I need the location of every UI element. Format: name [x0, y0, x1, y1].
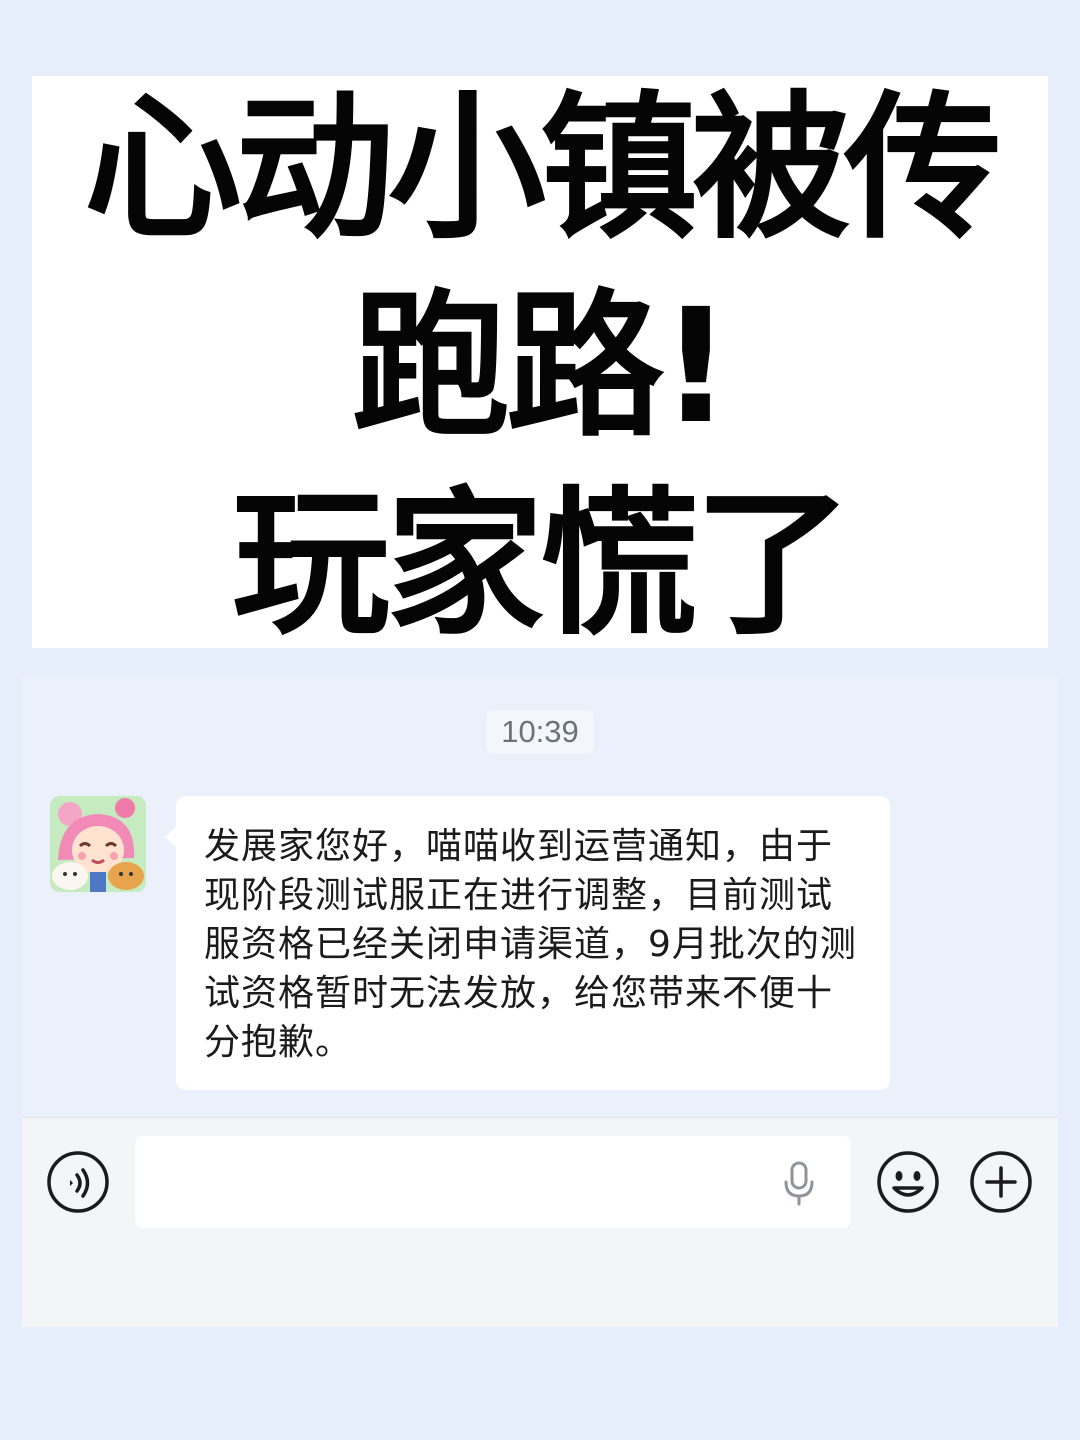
- voice-toggle-icon: [47, 1151, 109, 1213]
- message-bubble[interactable]: 发展家您好，喵喵收到运营通知，由于现阶段测试服正在进行调整，目前测试服资格已经关…: [165, 796, 890, 1090]
- message-text: 发展家您好，喵喵收到运营通知，由于现阶段测试服正在进行调整，目前测试服资格已经关…: [204, 826, 857, 1063]
- microphone-button[interactable]: [780, 1160, 818, 1206]
- message-timestamp: 10:39: [486, 710, 594, 754]
- sender-avatar[interactable]: [50, 796, 146, 892]
- plus-icon: [970, 1151, 1032, 1213]
- headline-line-1: 心动小镇被传: [84, 77, 1002, 261]
- microphone-icon: [784, 1161, 814, 1206]
- emoji-button[interactable]: [876, 1150, 940, 1214]
- message-input[interactable]: [135, 1136, 851, 1228]
- more-options-button[interactable]: [969, 1150, 1033, 1214]
- headline-line-3: 玩家慌了: [232, 473, 852, 657]
- voice-toggle-button[interactable]: [46, 1150, 110, 1214]
- headline-card: 心动小镇被传 跑路! 玩家慌了: [32, 76, 1048, 648]
- headline-line-2: 跑路!: [351, 275, 732, 459]
- game-avatar-icon: [50, 796, 146, 892]
- smiley-icon: [877, 1151, 939, 1213]
